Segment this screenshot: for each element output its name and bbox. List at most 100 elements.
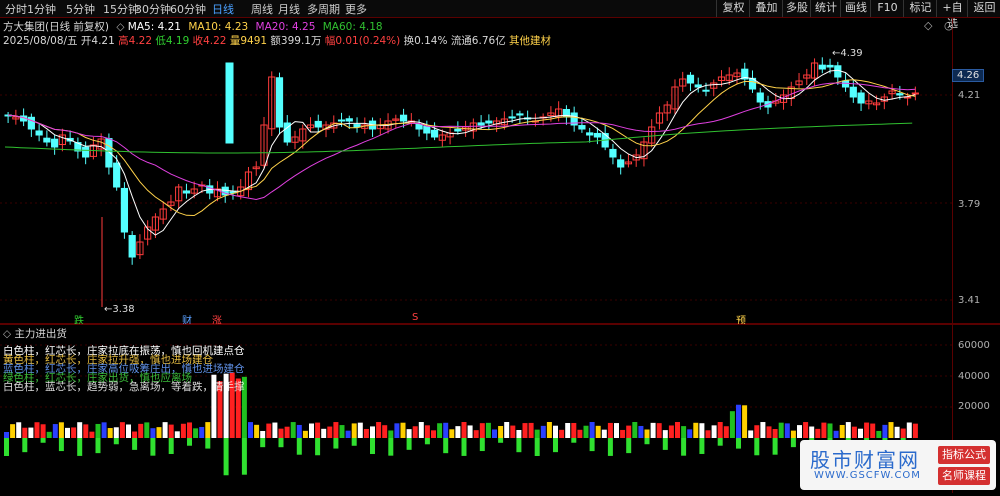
volume-bar <box>132 431 138 438</box>
period-tab[interactable]: 60分钟 <box>170 1 206 17</box>
volume-bar <box>614 423 619 438</box>
volume-value: 量9491 <box>229 35 268 47</box>
volume-bar <box>138 423 144 438</box>
volume-bar <box>266 423 272 438</box>
negative-bar <box>113 438 119 445</box>
period-tab[interactable]: 日线 <box>212 1 234 17</box>
subchart-toggle-icon[interactable]: ◇ <box>3 328 11 340</box>
candle-body <box>896 93 904 96</box>
volume-bar <box>113 427 119 438</box>
candle-body <box>182 190 191 194</box>
volume-bar <box>699 423 705 438</box>
toolbar-button[interactable]: 标记 <box>903 0 937 17</box>
volume-bar <box>815 428 821 438</box>
period-tab[interactable]: 1分钟 <box>27 1 56 17</box>
ma60-value: MA60: 4.18 <box>322 21 383 33</box>
price-axis-label: 4.21 <box>958 90 981 101</box>
volume-bar <box>89 431 95 438</box>
volume-bar <box>553 425 558 438</box>
toolbar-button[interactable]: 叠加 <box>749 0 783 17</box>
volume-bar <box>272 422 278 438</box>
settings-icon[interactable]: ◇ <box>924 19 932 32</box>
volume-bar <box>516 429 522 438</box>
toolbar-button[interactable]: +自选 <box>936 0 968 30</box>
volume-bar <box>254 424 260 438</box>
kline-chart[interactable] <box>0 17 1000 324</box>
candle-body <box>82 146 90 158</box>
volume-bar <box>290 422 296 438</box>
period-toolbar: 分时 1分钟 5分钟 15分钟 30分钟 60分钟 日线 周线 月线 多周期 更多 复权 叠加 多股 统计画… <box>0 0 1000 30</box>
volume-bar <box>546 422 552 438</box>
volume-bar <box>638 425 644 438</box>
volume-bar <box>424 425 430 438</box>
period-tab[interactable]: 周线 <box>251 1 273 17</box>
candle-body <box>337 119 346 122</box>
toolbar-button[interactable]: 多股 <box>782 0 811 17</box>
volume-bar <box>632 422 638 438</box>
period-tab[interactable]: 30分钟 <box>135 1 171 17</box>
expand-icon[interactable]: ○ <box>944 19 954 32</box>
volume-bar <box>620 429 626 438</box>
volume-bar <box>418 422 424 438</box>
candle-body <box>113 162 121 188</box>
negative-bar <box>77 438 83 456</box>
negative-bar <box>717 438 723 446</box>
period-tab[interactable]: 多周期 <box>307 1 340 17</box>
volume-bar <box>595 425 601 438</box>
volume-bar <box>333 422 339 438</box>
volume-bar <box>668 425 674 438</box>
negative-bar <box>187 438 192 446</box>
volume-bar <box>406 429 412 438</box>
kline-svg[interactable] <box>0 17 1000 324</box>
toolbar-button[interactable]: 画线 <box>840 0 871 17</box>
negative-bar <box>333 438 339 449</box>
volume-bar <box>528 422 534 438</box>
period-tab[interactable]: 5分钟 <box>66 1 95 17</box>
volume-bar <box>772 429 778 438</box>
negative-bar <box>4 438 9 456</box>
volume-bar <box>180 423 186 438</box>
volume-bar <box>760 422 766 438</box>
period-tab[interactable]: 分时 <box>5 1 27 17</box>
negative-bar <box>534 438 540 456</box>
candle-body <box>849 86 857 98</box>
volume-bar <box>803 422 809 438</box>
event-marker[interactable]: S <box>412 312 418 323</box>
toolbar-button[interactable]: 统计 <box>810 0 841 17</box>
candle-body <box>35 130 43 136</box>
volume-bar <box>174 431 180 438</box>
negative-bar <box>754 438 760 456</box>
negative-bar <box>498 438 504 443</box>
period-tab[interactable]: 15分钟 <box>103 1 139 17</box>
volume-bar <box>199 426 205 438</box>
volume-bar <box>510 425 516 438</box>
price-axis-label: 3.79 <box>958 199 981 210</box>
period-tab[interactable]: 月线 <box>278 1 300 17</box>
volume-bar <box>589 422 595 438</box>
candle-body <box>275 77 284 128</box>
volume-bar <box>40 424 46 438</box>
negative-bar <box>479 438 485 452</box>
volume-bar <box>357 422 363 438</box>
toolbar-button[interactable]: 复权 <box>716 0 750 17</box>
period-tab[interactable]: 更多 <box>345 1 367 17</box>
float-value: 流通6.76亿 <box>450 35 506 47</box>
volume-bar <box>748 430 754 438</box>
negative-bar <box>553 438 558 453</box>
ma-toggle-icon[interactable]: ◇ <box>116 21 124 33</box>
volume-bar <box>187 422 192 438</box>
negative-bar <box>736 438 741 449</box>
volume-bar <box>912 423 918 438</box>
legend-line: 白色柱，蓝芯长，趋势弱，急离场，等着跌，清手撑 <box>3 381 245 393</box>
candle-body <box>609 148 617 158</box>
candle-body <box>345 118 353 122</box>
sector-value[interactable]: 其他建材 <box>509 35 551 47</box>
volume-bar <box>431 430 436 438</box>
negative-bar <box>388 438 394 456</box>
toolbar-button[interactable]: F10 <box>870 0 904 17</box>
amount-value: 额399.1万 <box>270 35 322 47</box>
toolbar-button[interactable]: 返回 <box>967 0 1000 17</box>
volume-bar <box>77 422 83 438</box>
volume-bar <box>315 422 321 438</box>
volume-bar <box>296 424 302 438</box>
